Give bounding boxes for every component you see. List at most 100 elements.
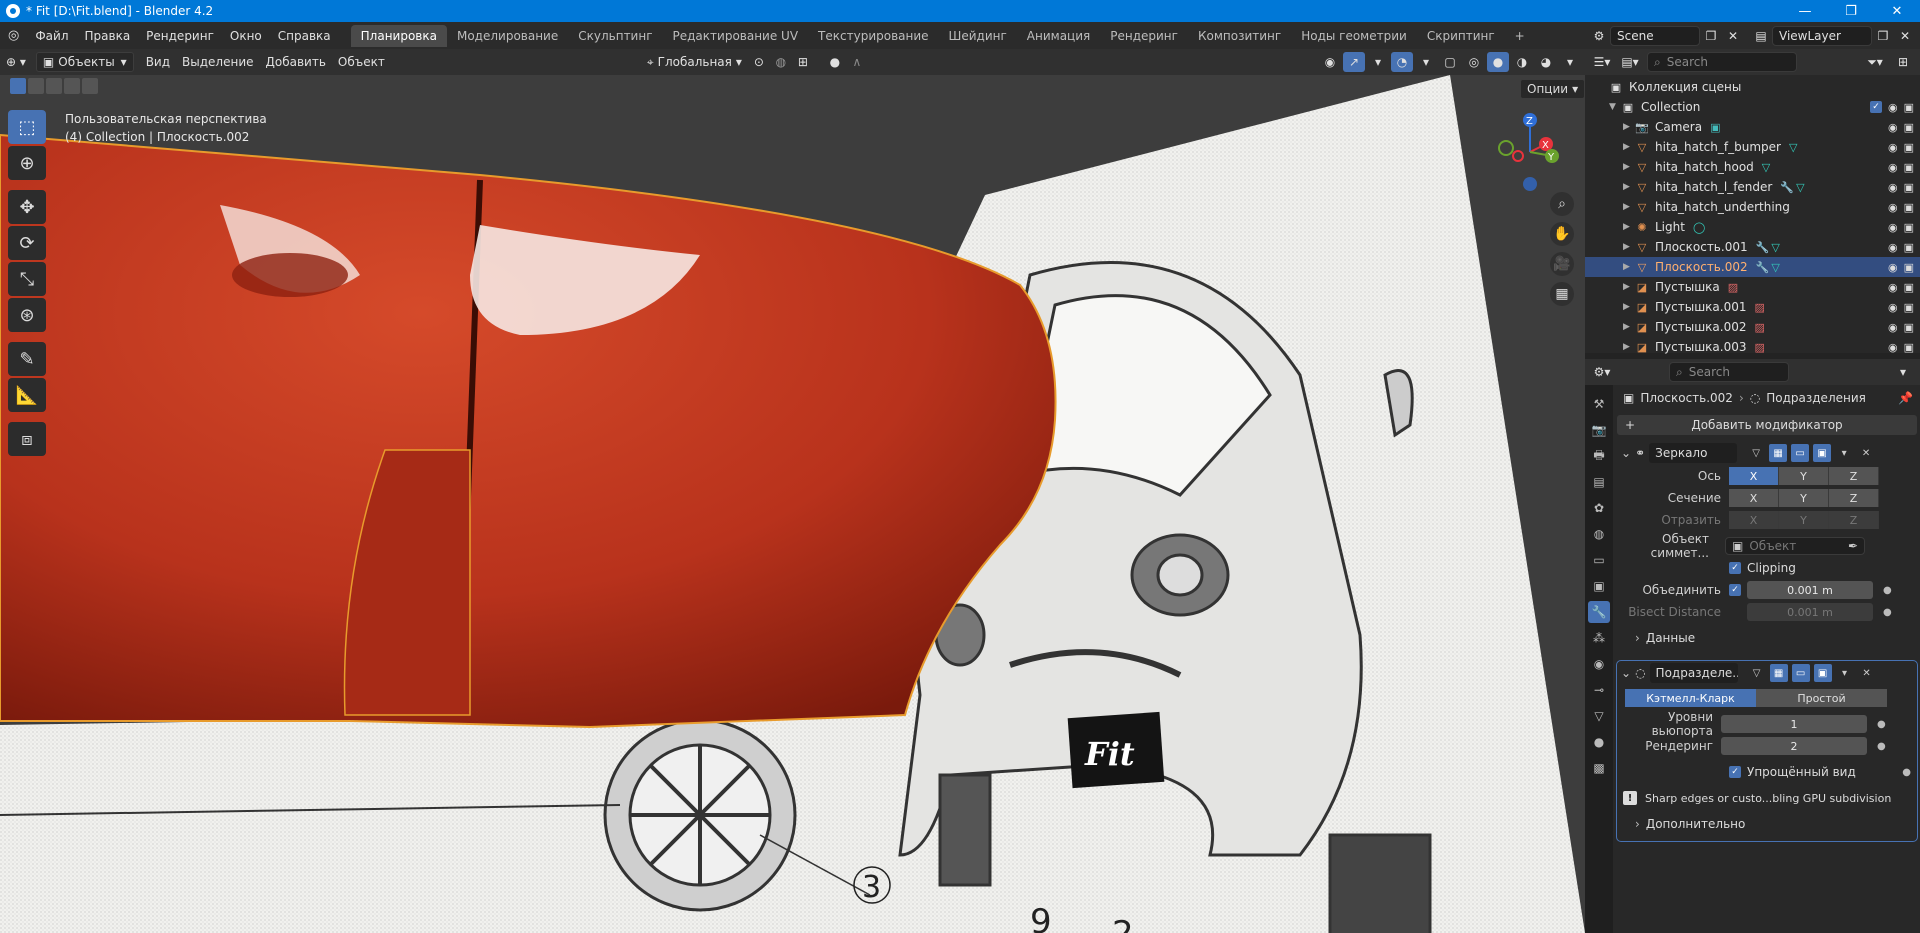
tab-compositing[interactable]: Композитинг — [1188, 25, 1291, 47]
menu-view[interactable]: Вид — [140, 52, 176, 72]
filter-icon[interactable]: ⏷▾ — [1864, 52, 1886, 72]
3d-viewport[interactable]: Fit 3 9 2 Пользовательская перспектива (… — [0, 75, 1585, 933]
keyframe-dot-icon[interactable]: ● — [1883, 607, 1892, 618]
menu-file[interactable]: Файл — [27, 29, 76, 43]
axis-x-toggle[interactable]: X — [1729, 467, 1779, 485]
render-camera-icon[interactable]: ▣ — [1904, 261, 1914, 274]
keyframe-dot-icon[interactable]: ● — [1877, 741, 1886, 752]
eye-icon[interactable]: ◉ — [1888, 281, 1898, 294]
clipping-checkbox[interactable]: ✓ — [1729, 562, 1741, 574]
render-camera-icon[interactable]: ▣ — [1904, 341, 1914, 354]
bisect-distance-field[interactable]: 0.001 m — [1747, 603, 1873, 621]
maximize-button[interactable]: ❐ — [1828, 0, 1874, 22]
expand-triangle-icon[interactable]: ▶ — [1623, 322, 1635, 332]
material-tab-icon[interactable]: ● — [1588, 731, 1610, 753]
expand-triangle-icon[interactable]: ▶ — [1623, 122, 1635, 132]
exclude-checkbox[interactable]: ✓ — [1869, 100, 1882, 113]
select-new-icon[interactable] — [10, 78, 26, 94]
snap-target-icon[interactable]: ⊞ — [792, 52, 814, 72]
select-invert-icon[interactable] — [64, 78, 80, 94]
measure-tool-icon[interactable]: 📐 — [8, 378, 46, 412]
outliner-item-mesh[interactable]: ▶ ▽ hita_hatch_f_bumper ▽ ◉ ▣ — [1585, 137, 1920, 157]
tab-texture-paint[interactable]: Текстурирование — [808, 25, 938, 47]
bisect-x-toggle[interactable]: X — [1729, 489, 1779, 507]
modifier-tab-icon[interactable]: 🔧 — [1588, 601, 1610, 623]
axis-z-toggle[interactable]: Z — [1829, 467, 1879, 485]
material-shading-icon[interactable]: ◑ — [1511, 52, 1533, 72]
wireframe-shading-icon[interactable]: ◎ — [1463, 52, 1485, 72]
new-scene-icon[interactable]: ❐ — [1700, 26, 1722, 46]
edit-mode-cage-icon[interactable]: ▽ — [1748, 664, 1766, 682]
mirror-object-field[interactable]: ▣ Объект ✒ — [1725, 537, 1865, 555]
mirror-modifier-name-field[interactable]: Зеркало — [1649, 443, 1738, 463]
select-extend-icon[interactable] — [28, 78, 44, 94]
perspective-grid-icon[interactable]: ▦ — [1550, 282, 1574, 306]
new-collection-icon[interactable]: ⊞ — [1892, 52, 1914, 72]
transform-tool-icon[interactable]: ⊛ — [8, 298, 46, 332]
pin-icon[interactable]: 📌 — [1898, 391, 1913, 405]
optimal-display-checkbox[interactable]: ✓ — [1729, 766, 1741, 778]
render-icon[interactable]: ▣ — [1813, 664, 1832, 682]
data-subpanel-row[interactable]: › Данные — [1617, 627, 1917, 649]
merge-checkbox[interactable]: ✓ — [1729, 584, 1741, 596]
render-levels-field[interactable]: 2 — [1721, 737, 1867, 755]
collapse-chevron-icon[interactable]: ⌄ — [1621, 666, 1631, 680]
edit-mode-cage-icon[interactable]: ▽ — [1747, 444, 1765, 462]
outliner-item-mesh[interactable]: ▶ ▽ hita_hatch_hood ▽ ◉ ▣ — [1585, 157, 1920, 177]
keyframe-dot-icon[interactable]: ● — [1902, 767, 1911, 778]
select-subtract-icon[interactable] — [46, 78, 62, 94]
eye-icon[interactable]: ◉ — [1888, 261, 1898, 274]
keyframe-dot-icon[interactable]: ● — [1877, 719, 1886, 730]
chevron-down-icon[interactable]: ▾ — [1835, 444, 1853, 462]
bisect-y-toggle[interactable]: Y — [1779, 489, 1829, 507]
blender-menu-icon[interactable]: ◎ — [0, 28, 27, 43]
add-cube-tool-icon[interactable]: ⧈ — [8, 422, 46, 456]
outliner-item-empty[interactable]: ▶ ◪ Пустышка.002 ▨ ◉ ▣ — [1585, 317, 1920, 337]
collapse-triangle-icon[interactable]: ▼ — [1609, 102, 1621, 112]
flip-y-toggle[interactable]: Y — [1779, 511, 1829, 529]
menu-select[interactable]: Выделение — [176, 52, 259, 72]
gizmo-toggle-icon[interactable]: ↗ — [1343, 52, 1365, 72]
eye-icon[interactable]: ◉ — [1888, 221, 1898, 234]
chevron-down-icon[interactable]: ▾ — [1367, 52, 1389, 72]
render-tab-icon[interactable]: 📷 — [1588, 419, 1610, 441]
close-icon[interactable]: ✕ — [1857, 444, 1875, 462]
editor-type-icon[interactable]: ⊕ ▾ — [0, 52, 32, 72]
outliner-item-empty[interactable]: ▶ ◪ Пустышка ▨ ◉ ▣ — [1585, 277, 1920, 297]
render-camera-icon[interactable]: ▣ — [1904, 281, 1914, 294]
eye-icon[interactable]: ◉ — [1888, 341, 1898, 354]
outliner-item-mesh[interactable]: ▶ ▽ Плоскость.001 🔧 ▽ ◉ ▣ — [1585, 237, 1920, 257]
outliner-search-input[interactable]: ⌕ Search — [1647, 52, 1797, 72]
expand-triangle-icon[interactable]: ▶ — [1623, 342, 1635, 352]
expand-triangle-icon[interactable]: ▶ — [1623, 242, 1635, 252]
transform-orientation-selector[interactable]: ⌖ Глобальная ▾ — [641, 52, 748, 72]
render-camera-icon[interactable]: ▣ — [1904, 241, 1914, 254]
view-layer-field[interactable]: ViewLayer — [1772, 25, 1872, 46]
solid-shading-icon[interactable]: ● — [1487, 52, 1509, 72]
chevron-down-icon[interactable]: ▾ — [1836, 664, 1854, 682]
eye-icon[interactable]: ◉ — [1888, 301, 1898, 314]
visibility-icon[interactable]: ◉ — [1319, 52, 1341, 72]
outliner-item-mesh[interactable]: ▶ ▽ hita_hatch_l_fender 🔧 ▽ ◉ ▣ — [1585, 177, 1920, 197]
menu-edit[interactable]: Правка — [77, 29, 139, 43]
chevron-down-icon[interactable]: ▾ — [1892, 362, 1914, 382]
expand-triangle-icon[interactable]: ▶ — [1623, 142, 1635, 152]
rotate-tool-icon[interactable]: ⟳ — [8, 226, 46, 260]
outliner-editor-icon[interactable]: ☰▾ — [1591, 52, 1613, 72]
delete-view-layer-icon[interactable]: ✕ — [1894, 26, 1916, 46]
eye-icon[interactable]: ◉ — [1888, 141, 1898, 154]
advanced-subpanel-row[interactable]: › Дополнительно — [1617, 813, 1917, 835]
camera-view-icon[interactable]: 🎥 — [1550, 252, 1574, 276]
expand-triangle-icon[interactable]: ▶ — [1623, 222, 1635, 232]
proportional-edit-icon[interactable]: ● — [824, 52, 846, 72]
collection-tab-icon[interactable]: ▭ — [1588, 549, 1610, 571]
select-intersect-icon[interactable] — [82, 78, 98, 94]
render-camera-icon[interactable]: ▣ — [1904, 181, 1914, 194]
eye-icon[interactable]: ◉ — [1888, 201, 1898, 214]
render-icon[interactable]: ▣ — [1813, 444, 1832, 462]
properties-editor-icon[interactable]: ⚙▾ — [1591, 362, 1613, 382]
mode-selector[interactable]: ▣ Объекты ▾ — [35, 52, 134, 72]
scene-tab-icon[interactable]: ✿ — [1588, 497, 1610, 519]
falloff-icon[interactable]: ∧ — [846, 52, 868, 72]
catmull-clark-option[interactable]: Кэтмелл-Кларк — [1625, 689, 1756, 707]
